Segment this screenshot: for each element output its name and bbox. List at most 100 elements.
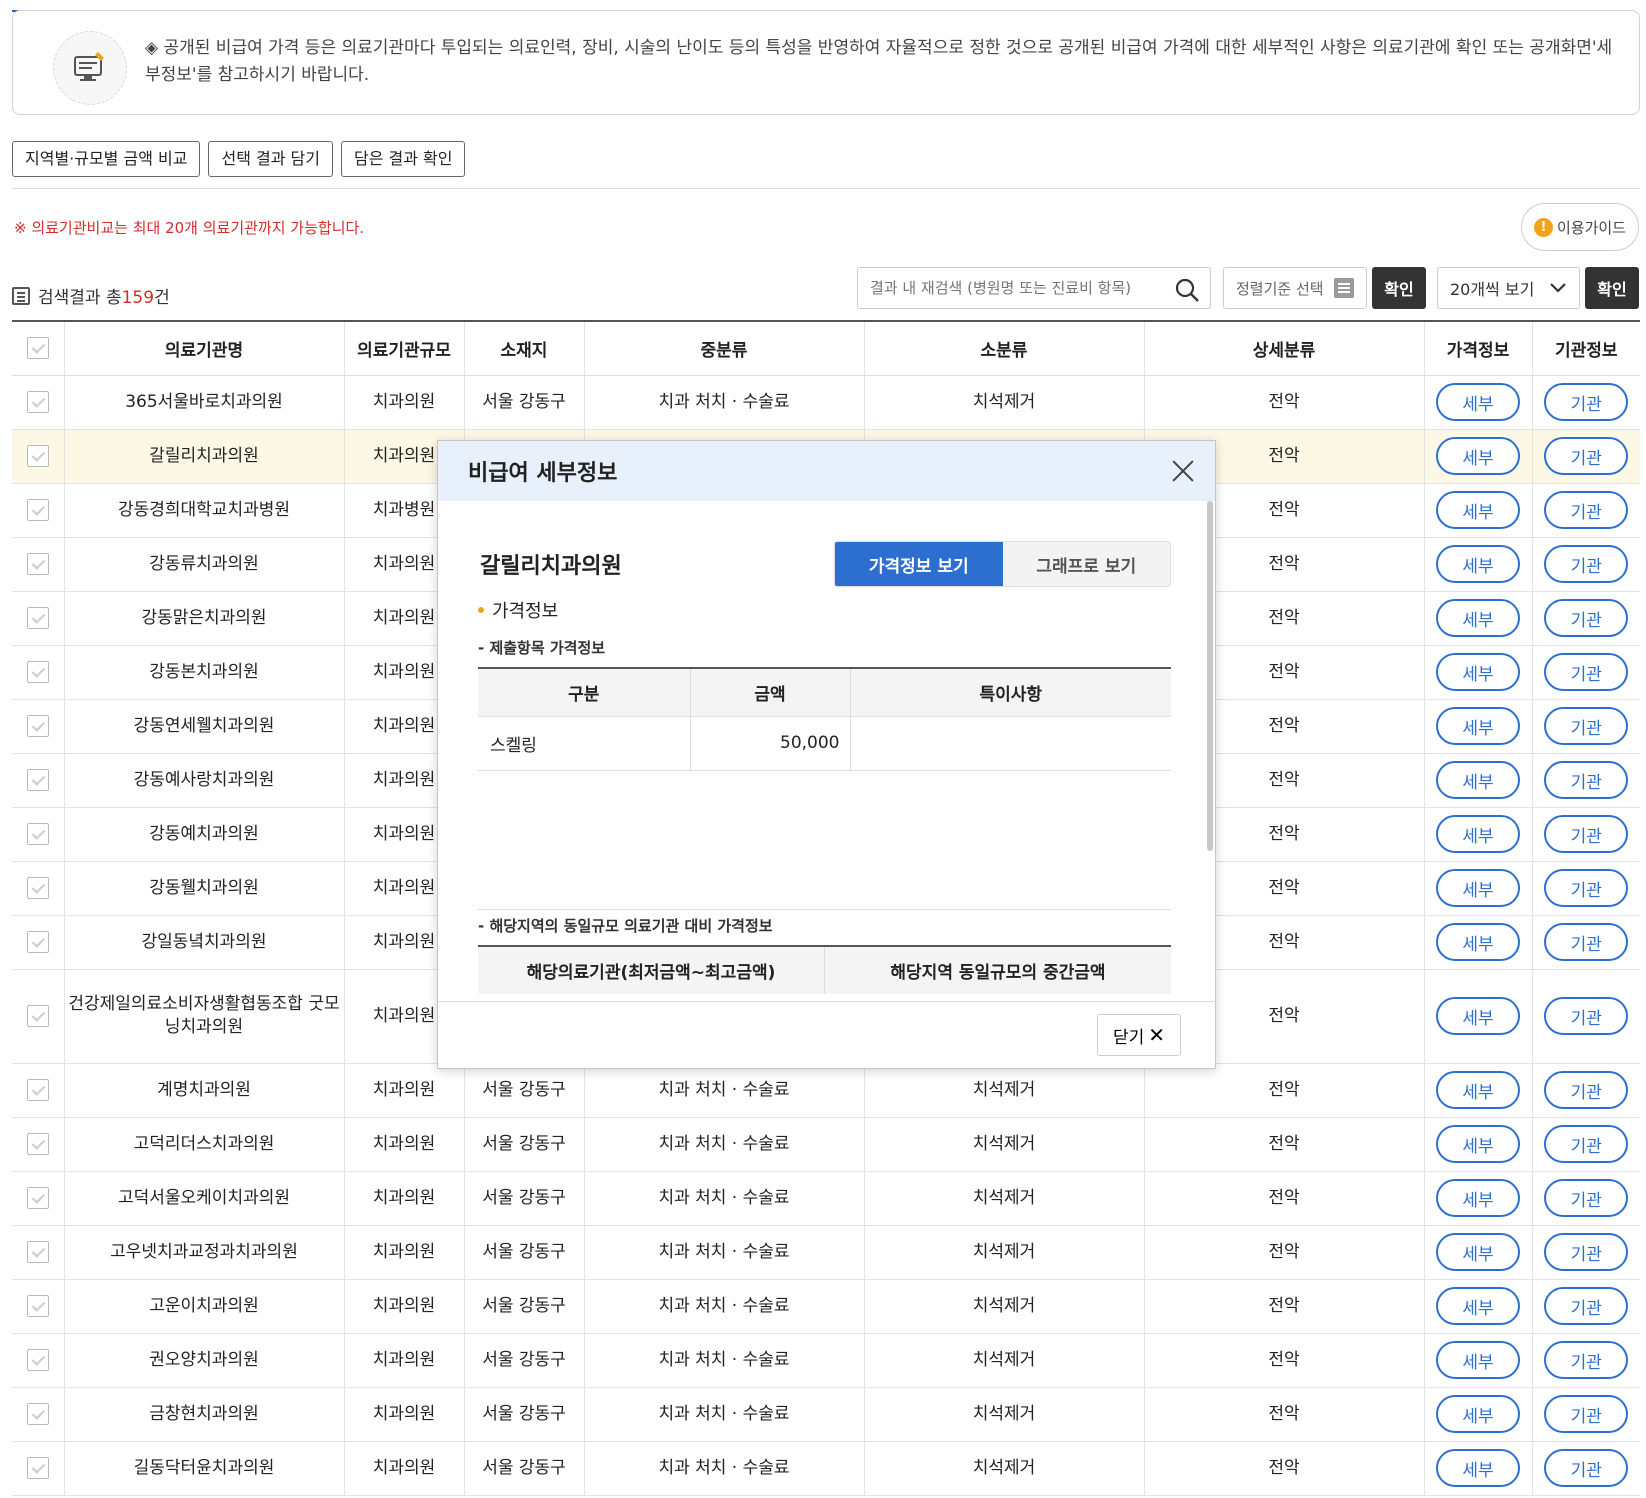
row-checkbox[interactable] bbox=[26, 552, 49, 575]
detail-button[interactable]: 세부 bbox=[1436, 1071, 1520, 1109]
row-checkbox[interactable] bbox=[26, 1348, 49, 1371]
org-info-button[interactable]: 기관 bbox=[1544, 1395, 1629, 1433]
org-info-button[interactable]: 기관 bbox=[1544, 491, 1629, 529]
org-info-button[interactable]: 기관 bbox=[1544, 1449, 1629, 1487]
org-info-button[interactable]: 기관 bbox=[1544, 383, 1629, 421]
modal-close-button[interactable]: 닫기 ✕ bbox=[1097, 1014, 1181, 1056]
row-checkbox[interactable] bbox=[26, 1186, 49, 1209]
per-page-confirm-button[interactable]: 확인 bbox=[1585, 267, 1639, 309]
row-checkbox[interactable] bbox=[26, 390, 49, 413]
org-info-button[interactable]: 기관 bbox=[1544, 923, 1629, 961]
notice-text: ◈ 공개된 비급여 가격 등은 의료기관마다 투입되는 의료인력, 장비, 시술… bbox=[145, 38, 1613, 85]
detail-category-cell: 전악 bbox=[1143, 1441, 1424, 1496]
region-size-compare-button[interactable]: 지역별·규모별 금액 비교 bbox=[12, 141, 201, 177]
row-checkbox[interactable] bbox=[26, 1456, 49, 1479]
detail-button[interactable]: 세부 bbox=[1436, 1341, 1520, 1379]
detail-button-cell: 세부 bbox=[1423, 1063, 1532, 1118]
row-checkbox[interactable] bbox=[26, 1078, 49, 1101]
modal-scrollbar[interactable] bbox=[1207, 501, 1213, 851]
detail-category-cell: 전악 bbox=[1143, 1171, 1424, 1226]
detail-button[interactable]: 세부 bbox=[1436, 869, 1520, 907]
detail-button[interactable]: 세부 bbox=[1436, 653, 1520, 691]
clinic-name-cell: 365서울바로치과의원 bbox=[63, 375, 344, 430]
clinic-name-cell: 길동닥터윤치과의원 bbox=[63, 1441, 344, 1496]
select-all-checkbox[interactable] bbox=[26, 337, 49, 360]
org-info-button-cell: 기관 bbox=[1531, 699, 1640, 754]
location-cell: 서울 강동구 bbox=[463, 1171, 584, 1226]
row-checkbox[interactable] bbox=[26, 876, 49, 899]
org-info-button-cell: 기관 bbox=[1531, 1225, 1640, 1280]
detail-button[interactable]: 세부 bbox=[1436, 1449, 1520, 1487]
clinic-size-cell: 치과의원 bbox=[343, 1117, 464, 1172]
row-checkbox[interactable] bbox=[26, 1132, 49, 1155]
tab-price-info[interactable]: 가격정보 보기 bbox=[835, 542, 1003, 586]
mid-category-cell: 치과 처치 · 수술료 bbox=[583, 1333, 864, 1388]
detail-button[interactable]: 세부 bbox=[1436, 997, 1520, 1035]
view-saved-button[interactable]: 담은 결과 확인 bbox=[340, 141, 466, 177]
org-info-button[interactable]: 기관 bbox=[1544, 707, 1629, 745]
row-checkbox[interactable] bbox=[26, 1240, 49, 1263]
clinic-name-cell: 고우넷치과교정과치과의원 bbox=[63, 1225, 344, 1280]
org-info-button[interactable]: 기관 bbox=[1544, 1071, 1629, 1109]
row-checkbox[interactable] bbox=[26, 606, 49, 629]
row-select-cell bbox=[12, 1333, 64, 1388]
detail-button[interactable]: 세부 bbox=[1436, 815, 1520, 853]
search-input[interactable] bbox=[858, 268, 1158, 308]
row-select-cell bbox=[12, 1063, 64, 1118]
row-checkbox[interactable] bbox=[26, 768, 49, 791]
org-info-button[interactable]: 기관 bbox=[1544, 997, 1629, 1035]
row-checkbox[interactable] bbox=[26, 822, 49, 845]
modal-clinic-name: 갈릴리치과의원 bbox=[480, 554, 622, 579]
mid-category-cell: 치과 처치 · 수술료 bbox=[583, 1063, 864, 1118]
row-checkbox[interactable] bbox=[26, 714, 49, 737]
detail-button[interactable]: 세부 bbox=[1436, 1287, 1520, 1325]
row-checkbox[interactable] bbox=[26, 1294, 49, 1317]
row-checkbox[interactable] bbox=[26, 444, 49, 467]
org-info-button[interactable]: 기관 bbox=[1544, 653, 1629, 691]
row-checkbox[interactable] bbox=[26, 1004, 49, 1027]
location-cell: 서울 강동구 bbox=[463, 1387, 584, 1442]
row-checkbox[interactable] bbox=[26, 1402, 49, 1425]
detail-button-cell: 세부 bbox=[1423, 753, 1532, 808]
sort-confirm-button[interactable]: 확인 bbox=[1372, 267, 1426, 309]
row-checkbox[interactable] bbox=[26, 498, 49, 521]
org-info-button[interactable]: 기관 bbox=[1544, 761, 1629, 799]
org-info-button[interactable]: 기관 bbox=[1544, 545, 1629, 583]
sub-category-cell: 치석제거 bbox=[863, 375, 1144, 430]
org-info-button[interactable]: 기관 bbox=[1544, 1179, 1629, 1217]
detail-button[interactable]: 세부 bbox=[1436, 1179, 1520, 1217]
detail-button[interactable]: 세부 bbox=[1436, 545, 1520, 583]
detail-button[interactable]: 세부 bbox=[1436, 761, 1520, 799]
org-info-button-cell: 기관 bbox=[1531, 1333, 1640, 1388]
org-info-button[interactable]: 기관 bbox=[1544, 1125, 1629, 1163]
row-checkbox[interactable] bbox=[26, 930, 49, 953]
org-info-button[interactable]: 기관 bbox=[1544, 1341, 1629, 1379]
org-info-button[interactable]: 기관 bbox=[1544, 1287, 1629, 1325]
org-info-button[interactable]: 기관 bbox=[1544, 1233, 1629, 1271]
detail-button-cell: 세부 bbox=[1423, 969, 1532, 1064]
detail-button[interactable]: 세부 bbox=[1436, 383, 1520, 421]
detail-button[interactable]: 세부 bbox=[1436, 491, 1520, 529]
per-page-select[interactable]: 20개씩 보기 bbox=[1437, 267, 1580, 309]
detail-button[interactable]: 세부 bbox=[1436, 599, 1520, 637]
org-info-button[interactable]: 기관 bbox=[1544, 815, 1629, 853]
row-checkbox[interactable] bbox=[26, 660, 49, 683]
detail-button[interactable]: 세부 bbox=[1436, 923, 1520, 961]
sort-select[interactable]: 정렬기준 선택 bbox=[1223, 267, 1367, 309]
save-selection-button[interactable]: 선택 결과 담기 bbox=[208, 141, 333, 177]
tab-graph[interactable]: 그래프로 보기 bbox=[1002, 542, 1170, 586]
clinic-name-cell: 고운이치과의원 bbox=[63, 1279, 344, 1334]
detail-button[interactable]: 세부 bbox=[1436, 1125, 1520, 1163]
org-info-button[interactable]: 기관 bbox=[1544, 599, 1629, 637]
close-icon[interactable] bbox=[1169, 457, 1197, 485]
detail-category-cell: 전악 bbox=[1143, 375, 1424, 430]
search-icon[interactable] bbox=[1174, 277, 1200, 303]
detail-button[interactable]: 세부 bbox=[1436, 707, 1520, 745]
org-info-button[interactable]: 기관 bbox=[1544, 869, 1629, 907]
detail-button[interactable]: 세부 bbox=[1436, 1395, 1520, 1433]
detail-button[interactable]: 세부 bbox=[1436, 1233, 1520, 1271]
usage-guide-button[interactable]: ! 이용가이드 bbox=[1521, 203, 1639, 251]
chevron-down-icon bbox=[1550, 283, 1566, 293]
org-info-button[interactable]: 기관 bbox=[1544, 437, 1629, 475]
detail-button[interactable]: 세부 bbox=[1436, 437, 1520, 475]
